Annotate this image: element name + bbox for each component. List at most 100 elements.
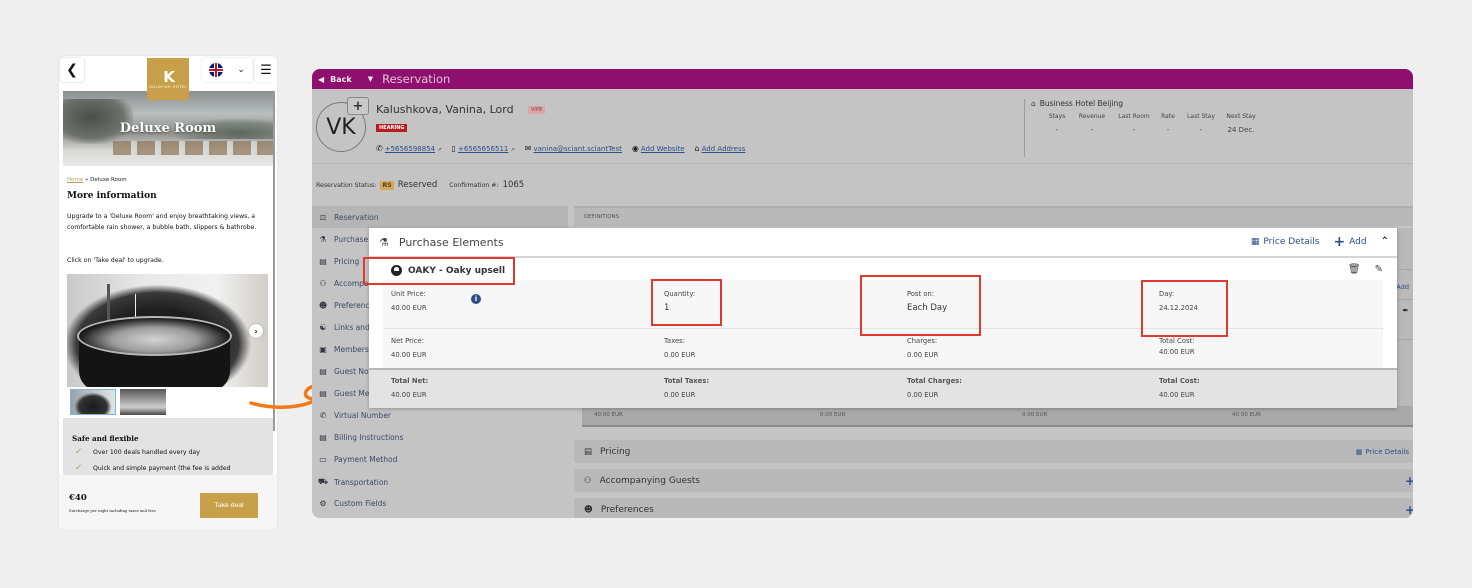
section-pricing[interactable]: ▤ Pricing ▦ Price Details <box>574 440 1413 463</box>
total-taxes-value: 0.00 EUR <box>664 391 696 399</box>
sidebar-item-custom-fields[interactable]: ⚙ Custom Fields <box>318 499 386 508</box>
back-link[interactable]: ◀ Back <box>318 75 352 84</box>
phone-link[interactable]: +5656598854 <box>385 145 435 153</box>
pencil-icon[interactable]: ✎ <box>1375 264 1383 275</box>
safe-title: Safe and flexible <box>72 434 139 443</box>
chevron-left-icon: ❮ <box>66 62 78 78</box>
phone-icon: ✆ <box>376 144 383 153</box>
bg-edit-icon[interactable]: ✒ <box>1402 306 1409 315</box>
cta-hint: Click on 'Take deal' to upgrade. <box>67 257 164 264</box>
stat-header: Last Stay <box>1187 113 1215 120</box>
status-code-badge: RS <box>380 180 394 190</box>
add-button[interactable]: + Add <box>1333 235 1366 249</box>
logo-brand: GOLDFISH HOTEL <box>149 84 187 89</box>
charges-field: Charges: 0.00 EUR <box>907 337 938 359</box>
add-preference-button[interactable]: + <box>1405 503 1413 517</box>
gallery-thumbnail-2[interactable] <box>120 389 166 415</box>
safe-flexible-box: Safe and flexible ✓ Over 100 deals handl… <box>63 418 273 480</box>
item-tools: 🗑 ✎ <box>1348 264 1383 275</box>
price-details-icon: ▦ <box>1355 447 1363 456</box>
sidebar-item-reservation[interactable]: ⚖ Reservation <box>318 213 378 222</box>
uk-flag-icon <box>209 63 224 77</box>
gallery-next-button[interactable]: › <box>249 324 263 338</box>
back-button[interactable]: ❮ <box>60 58 84 82</box>
messages-icon: ▤ <box>319 389 327 398</box>
sidebar-item-virtual-number[interactable]: ✆ Virtual Number <box>318 411 391 420</box>
price-details-button[interactable]: ▦ Price Details <box>1251 237 1320 247</box>
net-price-label: Net Price: <box>391 337 424 345</box>
stat-header: Last Room <box>1118 113 1150 120</box>
sidebar-item-transportation[interactable]: ⛟ Transportation <box>318 477 388 487</box>
sidebar-item-payment-method[interactable]: ▭ Payment Method <box>318 455 397 464</box>
sidebar-item-label: Pricing <box>334 257 360 266</box>
total-charges-value: 0.00 EUR <box>907 391 939 399</box>
guests-icon: ⚇ <box>584 475 592 486</box>
billing-icon: ▤ <box>319 433 327 442</box>
total-net-value: 40.00 EUR <box>391 391 427 399</box>
caret-down-icon[interactable]: ▼ <box>368 75 373 83</box>
status-label: Reservation Status: <box>316 181 377 189</box>
safe-item: ✓ Quick and simple payment (the fee is a… <box>75 463 231 473</box>
price-details-link[interactable]: ▦ Price Details <box>1356 448 1409 456</box>
notes-icon: ▤ <box>319 367 327 376</box>
preferences-icon: ☻ <box>318 301 328 310</box>
breadcrumb: Home » Deluxe Room <box>67 177 127 183</box>
membership-icon: ▣ <box>319 345 327 354</box>
guest-name: Kalushkova, Vanina, Lord <box>376 103 514 116</box>
bg-total-value: 40.00 EUR <box>594 412 623 418</box>
links-icon: ☯ <box>319 323 327 332</box>
section-label: Accompanying Guests <box>599 475 700 486</box>
section-accompanying-guests[interactable]: ⚇ Accompanying Guests + <box>574 469 1413 492</box>
card-title: ⚗ Purchase Elements <box>379 236 504 249</box>
check-icon: ✓ <box>75 447 83 457</box>
gallery-thumbnail-1[interactable] <box>70 389 116 415</box>
add-guest-button[interactable]: + <box>1405 474 1413 488</box>
website-contact: ◉ Add Website <box>632 144 685 153</box>
mobile-upsell-page: ❮ K GOLDFISH HOTEL ⌄ ☰ Deluxe Room Home … <box>59 56 277 530</box>
breadcrumb-home[interactable]: Home <box>67 177 83 183</box>
add-photo-button[interactable]: + <box>347 97 369 115</box>
logo-glyph: K <box>163 67 175 86</box>
top-bar: ◀ Back ▼ Reservation <box>312 69 1413 89</box>
sidebar-item-label: Transportation <box>334 477 389 487</box>
total-cost-value: 40.00 EUR <box>1159 348 1195 356</box>
hero-image: Deluxe Room <box>63 91 273 166</box>
phone-contact: ✆ +5656598854 ↗ <box>376 144 442 153</box>
stat-header: Next Stay <box>1226 113 1256 120</box>
section-preferences[interactable]: ☻ Preferences + <box>574 498 1413 518</box>
highlight-quantity <box>651 279 722 326</box>
globe-icon: ◉ <box>631 144 639 153</box>
unit-price-label: Unit Price: <box>391 290 426 298</box>
hotel-stats: ⌂ Business Hotel Beijing Stays Revenue L… <box>1024 99 1261 157</box>
charges-value: 0.00 EUR <box>907 351 939 359</box>
stat-header: Stays <box>1048 113 1066 120</box>
stat-value: - <box>1090 126 1094 134</box>
grand-total-cost-field: Total Cost: 40.00 EUR <box>1159 377 1200 399</box>
confirmation-number: 1065 <box>502 180 525 190</box>
sidebar-item-label: Billing Instructions <box>334 433 404 442</box>
trash-icon[interactable]: 🗑 <box>1348 264 1361 275</box>
add-website-link[interactable]: Add Website <box>641 145 685 153</box>
collapse-icon[interactable]: ⌃ <box>1381 236 1389 247</box>
add-address-link[interactable]: Add Address <box>702 145 746 153</box>
highlight-post-on <box>860 275 981 336</box>
language-selector[interactable]: ⌄ <box>202 58 252 82</box>
menu-button[interactable]: ☰ <box>255 58 277 82</box>
info-icon[interactable]: i <box>471 294 481 304</box>
email-link[interactable]: vanina@sciant.sciantTest <box>534 145 622 153</box>
price-details-label: Price Details <box>1263 236 1320 247</box>
definitions-tab[interactable]: DEFINITIONS <box>574 206 1413 226</box>
custom-fields-icon: ⚙ <box>319 499 327 508</box>
car-icon: ⛟ <box>318 477 329 486</box>
check-icon: ✓ <box>75 463 83 473</box>
background-totals-row: 40.00 EUR 0.00 EUR 0.00 EUR 40.00 EUR <box>582 407 1413 427</box>
sidebar-item-pricing[interactable]: ▤ Pricing <box>318 257 359 266</box>
take-deal-button[interactable]: Take deal <box>200 493 258 518</box>
bg-add-link[interactable]: Add <box>1396 283 1409 291</box>
email-contact: ✉ vanina@sciant.sciantTest <box>525 144 622 153</box>
breadcrumb-current: Deluxe Room <box>90 177 127 183</box>
mobile-phone-icon: ▯ <box>451 144 456 153</box>
mobile-link[interactable]: +6565656511 <box>458 145 508 153</box>
sidebar-item-billing-instructions[interactable]: ▤ Billing Instructions <box>318 433 403 442</box>
safe-item-text: Quick and simple payment (the fee is add… <box>93 464 231 472</box>
